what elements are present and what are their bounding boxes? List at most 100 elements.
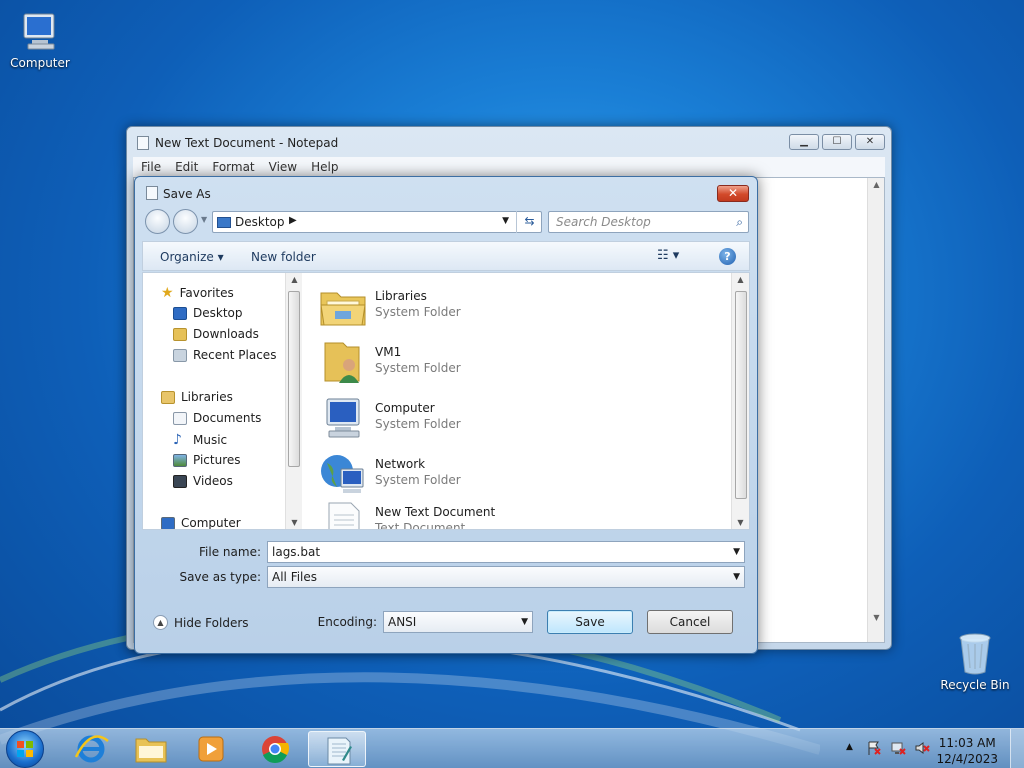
search-icon: ⌕ <box>736 215 743 229</box>
taskbar-media-player[interactable] <box>182 731 240 767</box>
encoding-label: Encoding: <box>317 615 377 629</box>
dialog-close-button[interactable]: ✕ <box>717 185 749 202</box>
pictures-icon <box>173 453 187 467</box>
action-center-flag-icon[interactable] <box>866 740 882 756</box>
list-item[interactable]: New Text Document Text Document <box>319 497 719 529</box>
folder-icon <box>135 738 167 763</box>
volume-muted-icon[interactable] <box>914 740 930 756</box>
file-name-label: File name: <box>199 545 261 559</box>
scroll-down-icon[interactable]: ▼ <box>732 518 749 527</box>
libraries-folder-icon <box>320 292 366 326</box>
menu-format[interactable]: Format <box>212 157 254 177</box>
clock[interactable]: 11:03 AM 12/4/2023 <box>936 735 998 767</box>
nav-computer[interactable]: Computer <box>161 516 241 529</box>
file-name-input[interactable]: lags.bat ▼ <box>267 541 745 563</box>
nav-videos[interactable]: Videos <box>173 474 233 488</box>
navigation-pane: ★ Favorites Desktop Downloads Recent Pla… <box>143 273 293 529</box>
address-dropdown-icon[interactable]: ▼ <box>502 216 509 226</box>
help-icon[interactable]: ? <box>719 248 736 265</box>
taskbar-notepad[interactable] <box>308 731 366 767</box>
view-options-icon[interactable]: ☷ ▾ <box>657 248 679 263</box>
menu-help[interactable]: Help <box>311 157 338 177</box>
libraries-icon <box>161 390 175 404</box>
menu-edit[interactable]: Edit <box>175 157 198 177</box>
file-list-scrollbar[interactable]: ▲ ▼ <box>731 273 749 529</box>
file-list: Libraries System Folder VM1 System Folde… <box>303 273 731 529</box>
notepad-scrollbar[interactable]: ▲ ▼ <box>867 178 884 642</box>
windows-logo-icon <box>17 741 33 757</box>
nav-music[interactable]: ♪ Music <box>173 432 227 448</box>
minimize-button[interactable]: ▁ <box>789 134 819 150</box>
organize-button[interactable]: Organize ▾ <box>160 250 224 264</box>
save-as-type-select[interactable]: All Files ▼ <box>267 566 745 588</box>
refresh-button[interactable]: ⇆ <box>516 211 542 233</box>
downloads-folder-icon <box>173 327 187 341</box>
cancel-button[interactable]: Cancel <box>647 610 733 634</box>
taskbar-explorer[interactable] <box>122 731 180 767</box>
nav-documents[interactable]: Documents <box>173 411 261 425</box>
taskbar-internet-explorer[interactable] <box>62 731 120 767</box>
scroll-up-icon[interactable]: ▲ <box>868 180 885 189</box>
scroll-up-icon[interactable]: ▲ <box>732 275 749 284</box>
notepad-title: New Text Document - Notepad <box>155 136 339 150</box>
menu-view[interactable]: View <box>269 157 297 177</box>
text-document-icon <box>328 502 360 529</box>
dialog-title: Save As <box>163 187 211 201</box>
scroll-down-icon[interactable]: ▼ <box>286 518 303 527</box>
nav-desktop[interactable]: Desktop <box>173 306 243 320</box>
address-bar[interactable]: Desktop ▶ ▼ <box>212 211 542 233</box>
list-item[interactable]: Libraries System Folder <box>319 281 719 331</box>
nav-downloads[interactable]: Downloads <box>173 327 259 341</box>
music-icon: ♪ <box>173 432 182 448</box>
recent-pages-icon[interactable]: ▼ <box>201 215 207 224</box>
list-item[interactable]: VM1 System Folder <box>319 337 719 387</box>
search-box[interactable]: Search Desktop ⌕ <box>548 211 749 233</box>
save-button[interactable]: Save <box>547 610 633 634</box>
taskbar-chrome[interactable] <box>246 731 304 767</box>
scroll-thumb[interactable] <box>735 291 747 499</box>
user-folder-icon <box>324 342 360 383</box>
desktop-icon-computer[interactable]: Computer <box>0 10 80 70</box>
scroll-down-icon[interactable]: ▼ <box>868 613 885 622</box>
breadcrumb-arrow-icon[interactable]: ▶ <box>289 215 297 226</box>
videos-icon <box>173 474 187 488</box>
taskbar: ▲ 11:03 AM 12/4/2023 <box>0 728 1024 768</box>
network-status-icon[interactable] <box>890 740 906 756</box>
show-desktop-button[interactable] <box>1010 729 1024 768</box>
nav-pictures[interactable]: Pictures <box>173 453 241 467</box>
list-item[interactable]: Network System Folder <box>319 449 719 499</box>
dialog-icon <box>146 186 158 200</box>
show-hidden-icons-icon[interactable]: ▲ <box>846 742 853 752</box>
list-item[interactable]: Computer System Folder <box>319 393 719 443</box>
chevron-down-icon[interactable]: ▼ <box>521 612 528 632</box>
scroll-up-icon[interactable]: ▲ <box>286 275 303 284</box>
chrome-icon <box>262 736 290 763</box>
hide-folders-button[interactable]: ▲ Hide Folders <box>153 615 249 630</box>
computer-icon <box>326 398 360 438</box>
nav-recent-places[interactable]: Recent Places <box>173 348 276 362</box>
scroll-thumb[interactable] <box>288 291 300 467</box>
command-bar: Organize ▾ New folder ☷ ▾ ? <box>142 241 750 271</box>
file-name-dropdown-icon[interactable]: ▼ <box>733 542 740 562</box>
notepad-icon <box>137 136 149 150</box>
forward-button[interactable] <box>173 209 198 234</box>
browser-panes: ★ Favorites Desktop Downloads Recent Pla… <box>142 272 750 530</box>
new-folder-button[interactable]: New folder <box>251 250 316 264</box>
notepad-menubar: File Edit Format View Help <box>133 157 885 177</box>
menu-file[interactable]: File <box>141 157 161 177</box>
close-button[interactable]: ✕ <box>855 134 885 150</box>
back-button[interactable] <box>145 209 170 234</box>
start-button[interactable] <box>6 730 44 768</box>
encoding-select[interactable]: ANSI ▼ <box>383 611 533 633</box>
maximize-button[interactable]: ☐ <box>822 134 852 150</box>
search-placeholder: Search Desktop <box>556 215 651 229</box>
chevron-down-icon[interactable]: ▼ <box>733 567 740 587</box>
address-text: Desktop <box>235 215 285 229</box>
computer-icon <box>23 13 55 50</box>
nav-favorites[interactable]: ★ Favorites <box>161 285 234 301</box>
navigation-scrollbar[interactable]: ▲ ▼ <box>285 273 302 529</box>
clock-date: 12/4/2023 <box>936 752 998 766</box>
nav-libraries[interactable]: Libraries <box>161 390 233 404</box>
save-as-type-label: Save as type: <box>179 570 261 584</box>
desktop-icon-recycle-bin[interactable]: Recycle Bin <box>935 630 1015 692</box>
